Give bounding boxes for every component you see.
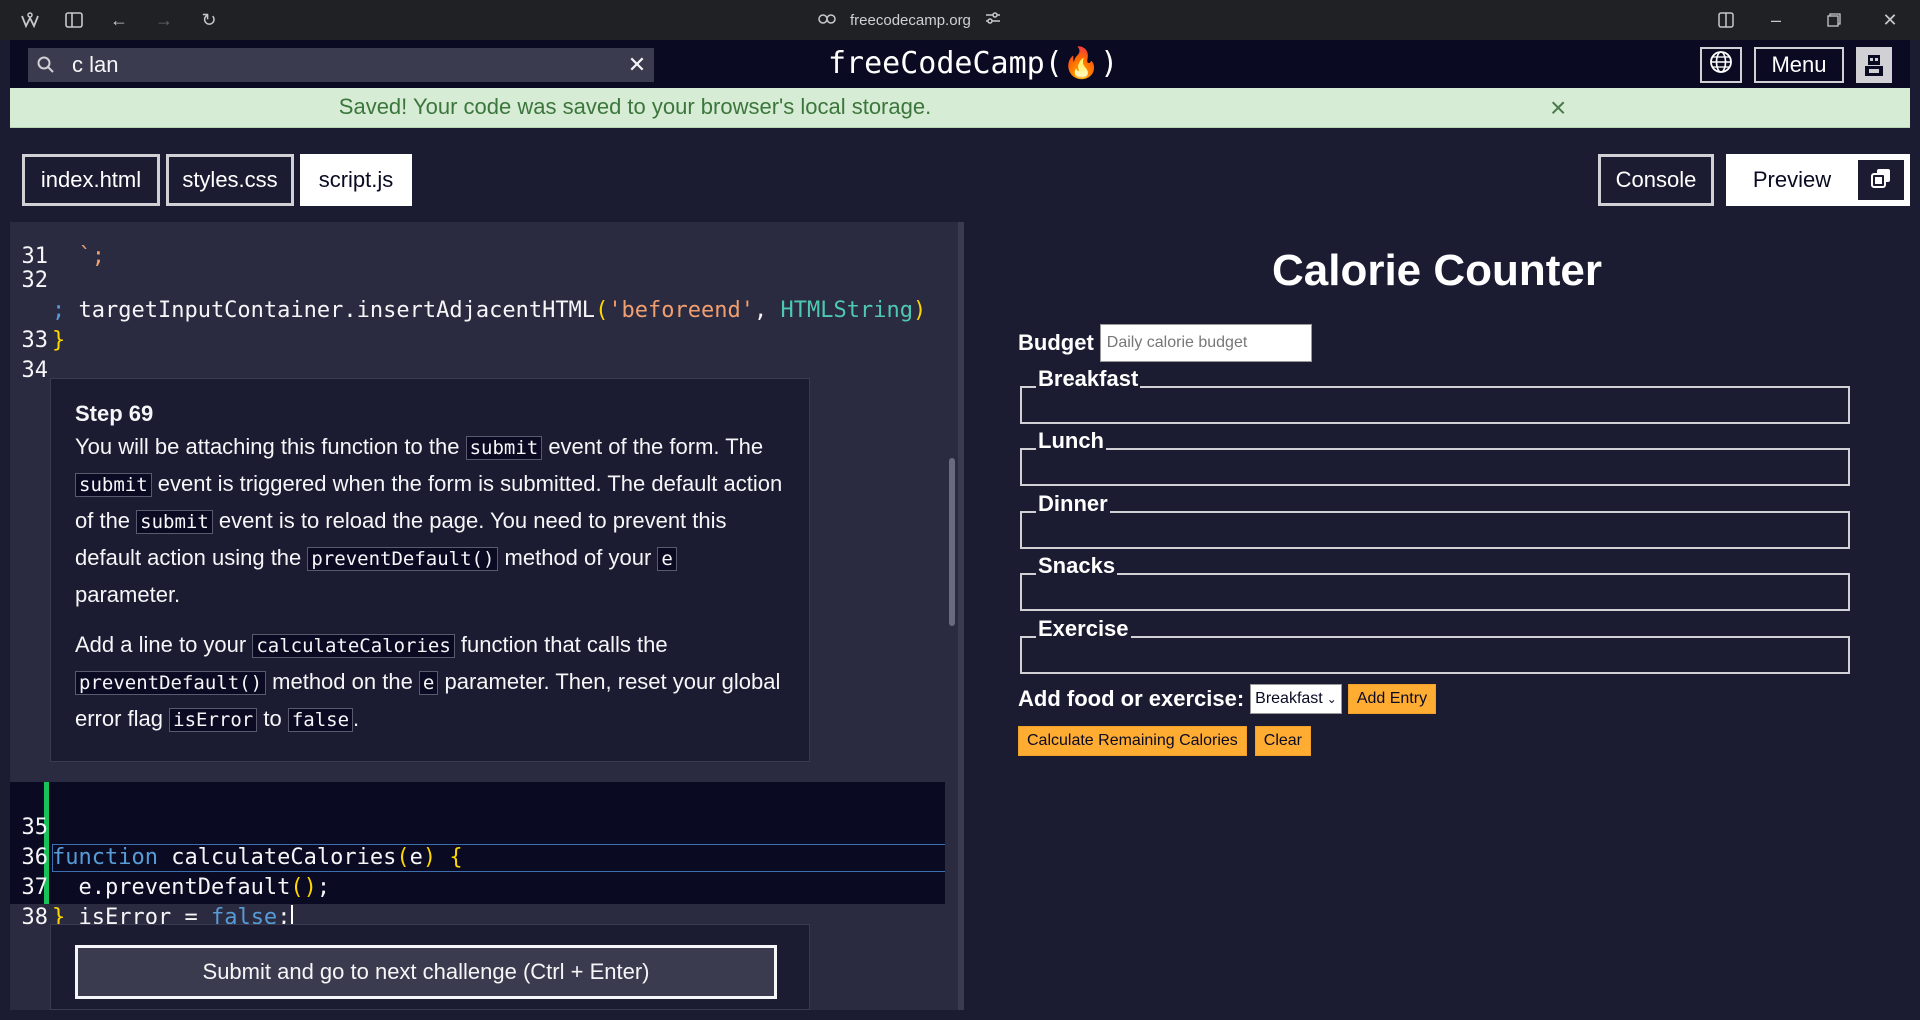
snacks-legend: Snacks: [1036, 553, 1118, 579]
step-title: Step 69: [75, 401, 154, 426]
budget-label: Budget: [1018, 330, 1094, 355]
add-label: Add food or exercise:: [1018, 686, 1245, 711]
submit-panel: Submit and go to next challenge (Ctrl + …: [50, 924, 810, 1010]
saved-alert-text: Saved! Your code was saved to your brows…: [338, 94, 932, 119]
search-icon: [28, 56, 64, 74]
exercise-legend: Exercise: [1036, 616, 1131, 642]
clear-button[interactable]: Clear: [1254, 726, 1311, 756]
globe-icon: [1709, 50, 1733, 80]
add-entry-row: Add food or exercise: Breakfast ⌄ Add En…: [1018, 684, 1437, 714]
browser-toolbar: ← → ↻ freecodecamp.org – ✕: [0, 0, 1920, 40]
step-instructions: Step 69 You will be attaching this funct…: [50, 378, 810, 762]
popout-preview-button[interactable]: [1855, 157, 1907, 203]
minimize-icon[interactable]: –: [1764, 8, 1788, 32]
tab-index-html[interactable]: index.html: [22, 154, 160, 206]
code-line[interactable]: 34: [10, 326, 63, 383]
dinner-fieldset: Dinner: [1020, 491, 1850, 549]
chevron-down-icon: ⌄: [1326, 692, 1337, 706]
calculate-button[interactable]: Calculate Remaining Calories: [1018, 726, 1247, 756]
code-line[interactable]: 37 isError = false;: [10, 843, 294, 930]
link-icon: [818, 12, 836, 29]
search-bar[interactable]: c lan ✕: [28, 48, 654, 82]
preview-toggle[interactable]: Preview: [1726, 154, 1910, 206]
code-line[interactable]: 36 e.preventDefault();: [10, 813, 331, 900]
forward-icon[interactable]: →: [152, 8, 176, 32]
address-bar[interactable]: freecodecamp.org: [818, 8, 1001, 32]
dinner-legend: Dinner: [1036, 491, 1110, 517]
restore-icon[interactable]: [1822, 8, 1846, 32]
editable-region[interactable]: 35 function calculateCalories(e) { 36 e.…: [10, 782, 955, 930]
code-line[interactable]: 33}: [10, 296, 66, 353]
clear-search-icon[interactable]: ✕: [620, 52, 654, 78]
budget-input[interactable]: Daily calorie budget: [1099, 324, 1312, 362]
saved-alert: Saved! Your code was saved to your brows…: [10, 88, 1910, 128]
sidebar-toggle-icon[interactable]: [62, 8, 86, 32]
breakfast-fieldset: Breakfast: [1020, 366, 1850, 424]
editor-tabs: index.html styles.css script.js Console …: [10, 128, 1910, 222]
step-paragraph: Add a line to your calculateCalories fun…: [75, 632, 781, 732]
submit-button[interactable]: Submit and go to next challenge (Ctrl + …: [75, 945, 777, 999]
back-icon[interactable]: ←: [107, 8, 131, 32]
close-alert-icon[interactable]: ×: [1550, 92, 1566, 124]
menu-button[interactable]: Menu: [1754, 47, 1844, 83]
close-window-icon[interactable]: ✕: [1878, 8, 1902, 32]
breakfast-legend: Breakfast: [1036, 366, 1141, 392]
popout-icon: [1870, 167, 1892, 194]
tab-script-js[interactable]: script.js: [300, 154, 412, 206]
add-entry-button[interactable]: Add Entry: [1347, 684, 1437, 714]
search-input[interactable]: c lan: [64, 52, 620, 78]
reload-icon[interactable]: ↻: [197, 8, 221, 32]
exercise-fieldset: Exercise: [1020, 616, 1850, 674]
avatar[interactable]: [1856, 47, 1892, 83]
entry-type-dropdown[interactable]: Breakfast ⌄: [1250, 684, 1342, 714]
step-paragraph: You will be attaching this function to t…: [75, 434, 783, 607]
console-button[interactable]: Console: [1598, 154, 1714, 206]
tab-styles-css[interactable]: styles.css: [166, 154, 294, 206]
code-line[interactable]: 35 function calculateCalories(e) {: [10, 783, 463, 870]
code-line[interactable]: 32 targetInputContainer.insertAdjacentHT…: [10, 236, 927, 323]
browser-logo-icon[interactable]: [18, 8, 42, 32]
url-text: freecodecamp.org: [850, 11, 971, 29]
snacks-fieldset: Snacks: [1020, 553, 1850, 611]
editor-scrollbar[interactable]: [945, 222, 959, 1010]
lunch-legend: Lunch: [1036, 428, 1106, 454]
preview-title: Calorie Counter: [1271, 246, 1603, 295]
site-settings-icon[interactable]: [985, 11, 1001, 29]
language-button[interactable]: [1700, 47, 1742, 83]
split-view-icon[interactable]: [1714, 8, 1738, 32]
budget-row: Budget Daily calorie budget: [1018, 324, 1312, 362]
fcc-logo[interactable]: freeCodeCamp(🔥): [828, 46, 1118, 81]
code-line[interactable]: ;: [10, 266, 65, 323]
action-buttons-row: Calculate Remaining Calories Clear: [1018, 726, 1311, 756]
scrollbar-thumb[interactable]: [949, 458, 955, 626]
code-line[interactable]: 38}: [10, 873, 89, 930]
lunch-fieldset: Lunch: [1020, 428, 1850, 486]
fcc-navbar: c lan ✕ freeCodeCamp(🔥) Menu: [10, 40, 1910, 88]
code-editor[interactable]: 31 `; 32 targetInputContainer.insertAdja…: [10, 222, 955, 1010]
preview-button[interactable]: Preview: [1729, 157, 1855, 203]
preview-pane: Calorie Counter Budget Daily calorie bud…: [964, 222, 1910, 1010]
